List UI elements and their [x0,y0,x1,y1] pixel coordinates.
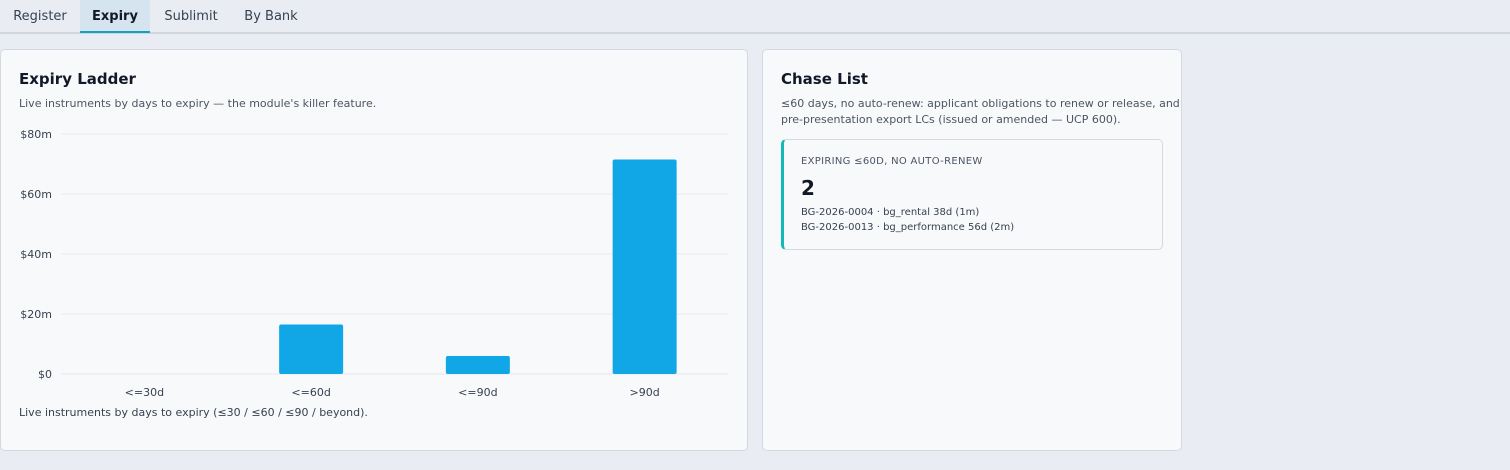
y-tick-label: $60m [20,188,52,201]
tab-sublimit[interactable]: Sublimit [150,0,232,33]
expiry-ladder-card: Expiry Ladder Live instruments by days t… [0,49,748,451]
y-tick-label: $20m [20,308,52,321]
chase-subtitle-line-2: pre-presentation export LCs (issued or a… [781,113,1121,126]
y-tick-label: $40m [20,248,52,261]
chase-list-title: Chase List [781,70,868,88]
x-category-label: <=90d [458,386,497,399]
bar->90d[interactable] [612,159,677,375]
bar-<=90d[interactable] [445,356,510,374]
y-tick-label: $0 [38,368,52,381]
tab-by-bank[interactable]: By Bank [232,0,310,33]
bar-<=60d[interactable] [279,324,344,375]
chase-count: 2 [801,176,815,200]
x-category-label: <=30d [125,386,164,399]
tab-register[interactable]: Register [0,0,80,33]
expiring-no-autorenew-box[interactable]: EXPIRING ≤60D, NO AUTO-RENEW 2 BG-2026-0… [781,139,1163,250]
tab-bar: Register Expiry Sublimit By Bank [0,0,1510,34]
chase-box-heading: EXPIRING ≤60D, NO AUTO-RENEW [801,156,983,167]
x-category-label: >90d [630,386,660,399]
chase-item[interactable]: BG-2026-0004 · bg_rental 38d (1m) [801,207,979,218]
chase-item[interactable]: BG-2026-0013 · bg_performance 56d (2m) [801,222,1014,233]
expiry-ladder-caption: Live instruments by days to expiry (≤30 … [19,406,368,419]
x-category-label: <=60d [291,386,330,399]
chase-list-card: Chase List ≤60 days, no auto-renew: appl… [762,49,1182,451]
tab-expiry[interactable]: Expiry [80,0,150,33]
y-tick-label: $80m [20,128,52,141]
expiry-ladder-chart: $0 $20m $40m $60m $80m <=30d <=60d <=90d >90d [20,128,728,399]
chase-list-subtitle: ≤60 days, no auto-renew: applicant oblig… [781,96,1180,128]
chase-subtitle-line-1: ≤60 days, no auto-renew: applicant oblig… [781,97,1180,110]
